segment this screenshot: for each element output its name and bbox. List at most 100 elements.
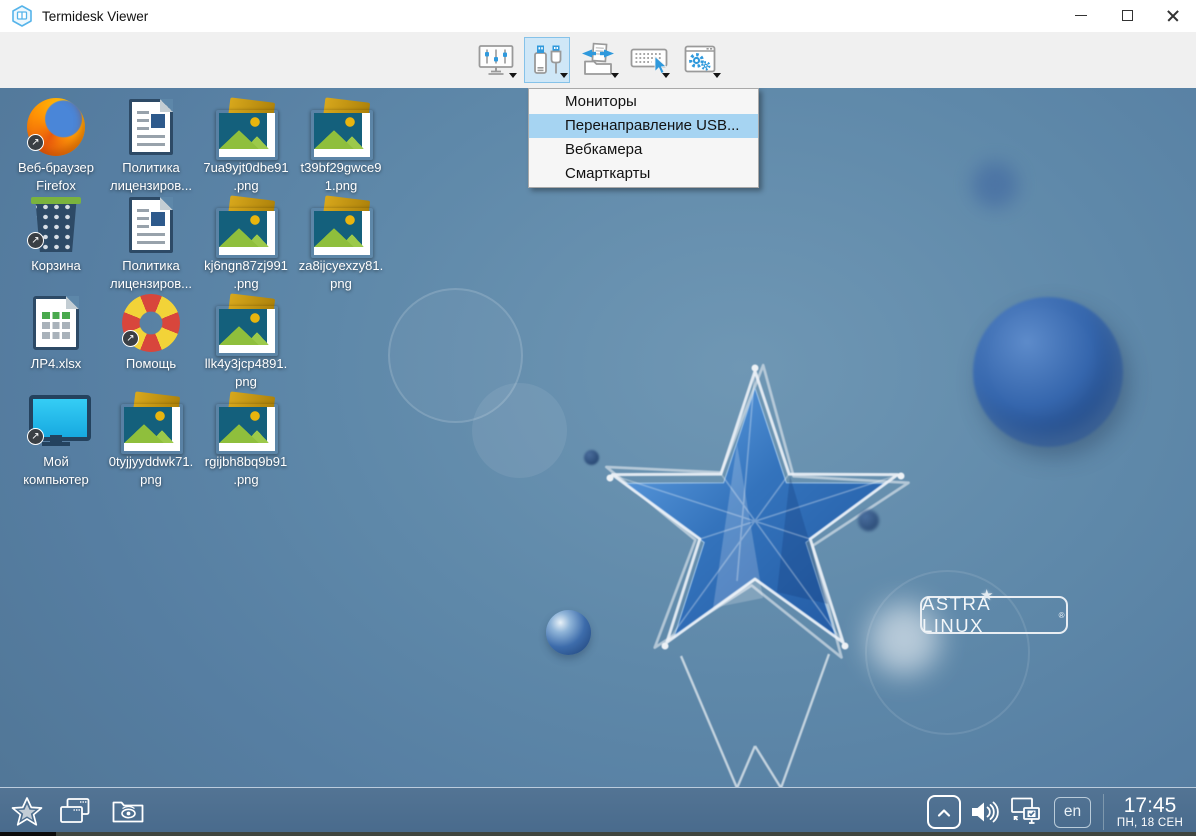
window-controls xyxy=(1058,0,1196,32)
desktop-icon-label: ЛР4.xlsx xyxy=(8,355,104,373)
desktop-icon-img-t39bf29gwce91[interactable]: t39bf29gwce91.png xyxy=(295,97,387,194)
usb-menu-item-3[interactable]: Смарткарты xyxy=(529,162,758,186)
toolbar xyxy=(0,32,1196,88)
minimize-icon xyxy=(1075,15,1087,17)
wallpaper-sphere xyxy=(858,510,879,531)
desktop-icon-glyph xyxy=(10,391,102,451)
network-displays-icon xyxy=(1009,796,1045,828)
window-switcher-button[interactable] xyxy=(58,797,96,827)
shortcut-arrow-icon xyxy=(27,428,44,445)
desktop-icon-glyph xyxy=(200,293,292,353)
wallpaper-sphere xyxy=(546,610,591,655)
chevron-up-icon xyxy=(932,802,956,822)
tray-expand-button[interactable] xyxy=(927,795,961,829)
termidesk-app-icon xyxy=(10,4,34,28)
start-star-icon xyxy=(10,796,44,828)
desktop-icon-label: kj6ngn87zj991.png xyxy=(198,257,294,292)
shortcut-arrow-icon xyxy=(27,232,44,249)
desktop-icon-my-computer[interactable]: Мойкомпьютер xyxy=(10,391,102,488)
toolbar-button-display-settings[interactable] xyxy=(473,37,519,83)
astra-linux-logo: ASTRA LINUX® xyxy=(920,596,1068,634)
desktop-icon-label: llk4y3jcp4891.png xyxy=(198,355,294,390)
desktop-icon-label: za8ijcyexzy81.png xyxy=(293,257,389,292)
desktop-icon-label: Политикалицензиров... xyxy=(103,257,199,292)
remote-desktop-view: ASTRA LINUX® Веб-браузерFirefox Корзина … xyxy=(0,88,1196,787)
desktop-icon-glyph xyxy=(295,195,387,255)
titlebar: Termidesk Viewer xyxy=(0,0,1196,32)
desktop-icon-label: Корзина xyxy=(8,257,104,275)
usb-dropdown-menu: МониторыПеренаправление USB...ВебкамераС… xyxy=(528,88,759,188)
desktop-icon-label: Политикалицензиров... xyxy=(103,159,199,194)
desktop-icon-img-rgijbh8bq9b91[interactable]: rgijbh8bq9b91.png xyxy=(200,391,292,488)
usb-menu-item-0[interactable]: Мониторы xyxy=(529,90,758,114)
shortcut-arrow-icon xyxy=(122,330,139,347)
lens-flare xyxy=(472,383,567,478)
desktop-icon-lr4-xlsx[interactable]: ЛР4.xlsx xyxy=(10,293,102,373)
desktop-icon-policy-doc-1[interactable]: Политикалицензиров... xyxy=(105,97,197,194)
desktop-icon-policy-doc-2[interactable]: Политикалицензиров... xyxy=(105,195,197,292)
maximize-button[interactable] xyxy=(1104,0,1150,31)
maximize-icon xyxy=(1122,10,1133,21)
toolbar-button-session-settings[interactable] xyxy=(677,37,723,83)
toolbar-button-file-transfer[interactable] xyxy=(575,37,621,83)
minimize-button[interactable] xyxy=(1058,0,1104,31)
windows-icon xyxy=(58,797,96,827)
desktop-icon-label: Мойкомпьютер xyxy=(8,453,104,488)
window-title: Termidesk Viewer xyxy=(42,9,148,24)
wallpaper-sphere xyxy=(972,162,1018,208)
desktop-icon-glyph xyxy=(10,97,102,157)
desktop-icon-img-za8ijcyexzy81[interactable]: za8ijcyexzy81.png xyxy=(295,195,387,292)
desktop-icon-label: 0tyjjyyddwk71.png xyxy=(103,453,199,488)
astra-star-icon xyxy=(980,586,995,604)
toolbar-button-keyboard-redirect[interactable] xyxy=(626,37,672,83)
astra-logo-reg: ® xyxy=(1059,611,1066,620)
desktop-icon-recycle-bin[interactable]: Корзина xyxy=(10,195,102,275)
desktop-icon-glyph xyxy=(295,97,387,157)
volume-icon xyxy=(970,799,1000,825)
network-button[interactable] xyxy=(1009,796,1045,828)
clock-date: ПН, 18 СЕН xyxy=(1114,817,1186,829)
language-code: en xyxy=(1064,803,1081,821)
desktop-icon-firefox[interactable]: Веб-браузерFirefox xyxy=(10,97,102,194)
wallpaper-sphere xyxy=(584,450,599,465)
taskbar-left xyxy=(10,790,146,834)
desktop-icon-img-7ua9yjt0dbe91[interactable]: 7ua9yjt0dbe91.png xyxy=(200,97,292,194)
desktop-icon-help[interactable]: Помощь xyxy=(105,293,197,373)
desktop-icon-img-llk4y3jcp4891[interactable]: llk4y3jcp4891.png xyxy=(200,293,292,390)
start-menu-button[interactable] xyxy=(10,796,44,828)
taskbar: en 17:45 ПН, 18 СЕН xyxy=(0,787,1196,836)
desktop-icon-glyph xyxy=(200,195,292,255)
astra-star-wallpaper xyxy=(585,356,925,787)
desktop-icon-glyph xyxy=(10,195,102,255)
desktop-icon-label: t39bf29gwce91.png xyxy=(293,159,389,194)
close-icon xyxy=(1166,9,1180,23)
dropdown-arrow-icon xyxy=(611,73,619,82)
desktop-icon-glyph xyxy=(10,293,102,353)
usb-menu-item-1[interactable]: Перенаправление USB... xyxy=(529,114,758,138)
desktop-icon-label: rgijbh8bq9b91.png xyxy=(198,453,294,488)
usb-menu-item-2[interactable]: Вебкамера xyxy=(529,138,758,162)
dropdown-arrow-icon xyxy=(560,73,568,82)
toolbar-button-usb-redirect[interactable] xyxy=(524,37,570,83)
dropdown-arrow-icon xyxy=(662,73,670,82)
folder-eye-icon xyxy=(110,797,146,827)
taskbar-clock[interactable]: 17:45 ПН, 18 СЕН xyxy=(1114,795,1186,829)
tray-divider xyxy=(1103,794,1104,830)
desktop-icon-label: 7ua9yjt0dbe91.png xyxy=(198,159,294,194)
desktop-icon-label: Веб-браузерFirefox xyxy=(8,159,104,194)
desktop-icon-img-0tyjjyyddwk71[interactable]: 0tyjjyyddwk71.png xyxy=(105,391,197,488)
desktop-icon-glyph xyxy=(200,97,292,157)
language-indicator[interactable]: en xyxy=(1054,797,1091,828)
desktop-icon-glyph xyxy=(105,391,197,451)
termidesk-viewer-window: Termidesk Viewer xyxy=(0,0,1196,836)
desktop-icon-img-kj6ngn87zj991[interactable]: kj6ngn87zj991.png xyxy=(200,195,292,292)
clock-time: 17:45 xyxy=(1114,795,1186,817)
desktop-icon-glyph xyxy=(105,195,197,255)
shortcut-arrow-icon xyxy=(27,134,44,151)
volume-button[interactable] xyxy=(970,799,1000,825)
desktop-icon-glyph xyxy=(200,391,292,451)
desktop-icon-glyph xyxy=(105,97,197,157)
wallpaper-sphere xyxy=(973,297,1123,447)
close-button[interactable] xyxy=(1150,0,1196,31)
file-manager-button[interactable] xyxy=(110,797,146,827)
